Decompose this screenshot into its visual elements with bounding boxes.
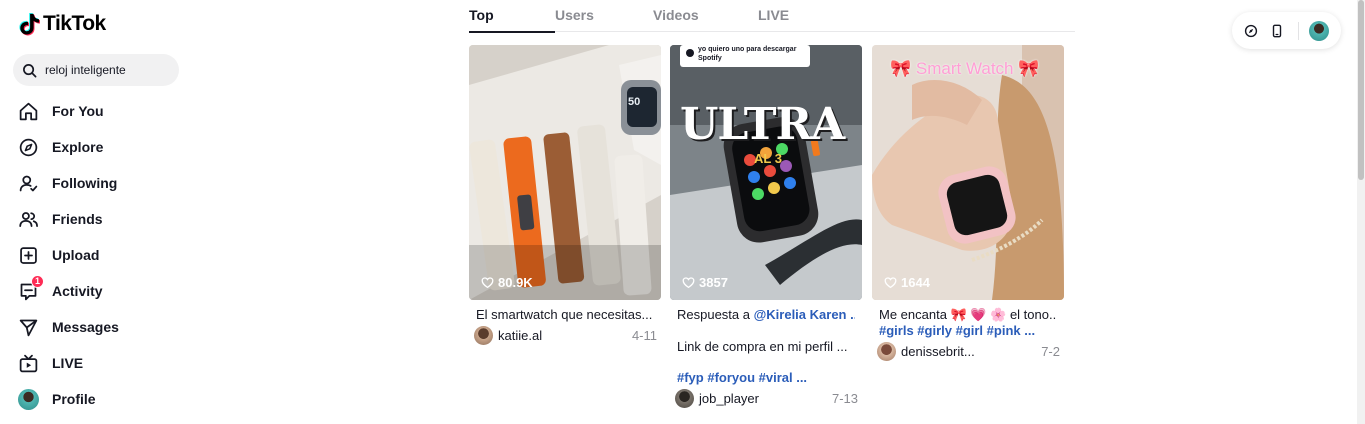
top-right-actions bbox=[1232, 12, 1341, 49]
heart-icon bbox=[884, 277, 897, 289]
video-description[interactable]: Respuesta a @Kirelia Karen ... bbox=[670, 307, 855, 322]
avatar[interactable] bbox=[877, 342, 896, 361]
video-meta: denissebrit... 7-2 bbox=[872, 342, 1060, 361]
post-date: 7-13 bbox=[831, 391, 858, 406]
sidebar-item-friends[interactable]: Friends bbox=[18, 201, 119, 237]
logo-text: TikTok bbox=[43, 12, 106, 35]
sidebar-item-label: For You bbox=[52, 103, 104, 119]
sidebar-item-activity[interactable]: 1 Activity bbox=[18, 273, 119, 309]
sidebar-item-label: Profile bbox=[52, 391, 96, 407]
compass-icon[interactable] bbox=[1244, 24, 1258, 38]
tiktok-logo[interactable]: TikTok bbox=[18, 12, 106, 36]
search-icon[interactable] bbox=[22, 63, 37, 78]
tab-users[interactable]: Users bbox=[555, 0, 653, 32]
scrollbar-thumb[interactable] bbox=[1358, 0, 1364, 180]
sidebar-item-for-you[interactable]: For You bbox=[18, 93, 119, 129]
post-date: 7-2 bbox=[1041, 344, 1060, 359]
video-description-line-2[interactable]: Link de compra en mi perfil ... bbox=[670, 339, 855, 354]
post-date: 4-11 bbox=[631, 328, 657, 343]
video-card[interactable]: yo quiero uno para descargar Spotify ULT… bbox=[670, 45, 862, 408]
sidebar-item-messages[interactable]: Messages bbox=[18, 309, 119, 345]
home-icon bbox=[18, 101, 39, 122]
svg-text:50: 50 bbox=[628, 96, 640, 108]
video-thumbnail-image: 50 bbox=[469, 45, 661, 300]
compass-icon bbox=[18, 137, 39, 158]
sidebar-item-label: Following bbox=[52, 175, 118, 191]
avatar[interactable] bbox=[474, 326, 493, 345]
video-card[interactable]: 50 80.9K El smartwatch que necesitas... … bbox=[469, 45, 661, 345]
video-card[interactable]: 🎀 Smart Watch 🎀 1644 Me encanta 🎀 💗 🌸 el… bbox=[872, 45, 1064, 361]
like-count-value: 3857 bbox=[699, 275, 728, 290]
overlay-title: ULTRA bbox=[680, 99, 845, 150]
live-icon bbox=[18, 353, 39, 374]
video-meta: katiie.al 4-11 bbox=[469, 326, 657, 345]
username[interactable]: job_player bbox=[699, 391, 832, 406]
overlay-subtitle: AL 3 bbox=[754, 151, 782, 166]
sidebar-item-label: Activity bbox=[52, 283, 103, 299]
activity-icon: 1 bbox=[18, 274, 44, 302]
search-bar[interactable] bbox=[13, 54, 179, 86]
mobile-device-icon[interactable] bbox=[1270, 24, 1284, 38]
tab-top[interactable]: Top bbox=[469, 0, 555, 33]
sidebar-item-live[interactable]: LIVE bbox=[18, 345, 119, 381]
following-icon bbox=[18, 173, 39, 194]
notification-badge: 1 bbox=[31, 274, 44, 288]
avatar[interactable] bbox=[1309, 20, 1329, 41]
username[interactable]: katiie.al bbox=[498, 328, 632, 343]
overlay-title: 🎀 Smart Watch 🎀 bbox=[890, 59, 1040, 78]
sidebar-item-upload[interactable]: Upload bbox=[18, 237, 119, 273]
heart-icon bbox=[481, 277, 494, 289]
tab-videos[interactable]: Videos bbox=[653, 0, 758, 32]
sidebar-item-label: Upload bbox=[52, 247, 100, 263]
username[interactable]: denissebrit... bbox=[901, 344, 1041, 359]
like-count: 80.9K bbox=[481, 275, 533, 290]
sidebar-item-label: Explore bbox=[52, 139, 104, 155]
messages-icon bbox=[18, 317, 39, 338]
upload-icon bbox=[18, 245, 39, 266]
like-count: 1644 bbox=[884, 275, 930, 290]
like-count-value: 1644 bbox=[901, 275, 930, 290]
heart-icon bbox=[682, 277, 695, 289]
video-thumbnail[interactable]: yo quiero uno para descargar Spotify ULT… bbox=[670, 45, 862, 300]
search-input[interactable] bbox=[45, 63, 165, 77]
video-thumbnail-image bbox=[670, 45, 862, 300]
sidebar-item-profile[interactable]: Profile bbox=[18, 381, 119, 417]
sidebar-item-following[interactable]: Following bbox=[18, 165, 119, 201]
video-meta: job_player 7-13 bbox=[670, 389, 858, 408]
description-prefix: Respuesta a bbox=[677, 307, 754, 322]
like-count: 3857 bbox=[682, 275, 728, 290]
search-tabs: Top Users Videos LIVE bbox=[469, 0, 1075, 33]
video-description[interactable]: Me encanta 🎀 💗 🌸 el tono... bbox=[872, 307, 1057, 323]
sidebar-item-label: Friends bbox=[52, 211, 103, 227]
like-count-value: 80.9K bbox=[498, 275, 533, 290]
video-description[interactable]: El smartwatch que necesitas... bbox=[469, 307, 654, 322]
page-scrollbar[interactable] bbox=[1357, 0, 1365, 424]
mention-link[interactable]: @Kirelia Karen ... bbox=[754, 307, 855, 322]
avatar[interactable] bbox=[675, 389, 694, 408]
hashtags[interactable]: #girls #girly #girl #pink ... bbox=[872, 323, 1064, 338]
sidebar-item-label: Messages bbox=[52, 319, 119, 335]
video-thumbnail-image bbox=[872, 45, 1064, 300]
divider bbox=[1298, 21, 1299, 40]
sidebar: TikTok For You Explore Following bbox=[0, 0, 200, 424]
friends-icon bbox=[18, 209, 39, 230]
hashtags[interactable]: #fyp #foryou #viral ... bbox=[670, 370, 862, 385]
tiktok-logo-icon bbox=[19, 13, 40, 36]
sidebar-item-explore[interactable]: Explore bbox=[18, 129, 119, 165]
video-thumbnail[interactable]: 50 80.9K bbox=[469, 45, 661, 300]
avatar bbox=[18, 388, 39, 410]
sidebar-item-label: LIVE bbox=[52, 355, 84, 371]
tab-live[interactable]: LIVE bbox=[758, 0, 818, 32]
sidebar-nav: For You Explore Following Friends Upload bbox=[18, 93, 119, 417]
video-thumbnail[interactable]: 🎀 Smart Watch 🎀 1644 bbox=[872, 45, 1064, 300]
overlay-note: yo quiero uno para descargar Spotify bbox=[698, 46, 797, 62]
